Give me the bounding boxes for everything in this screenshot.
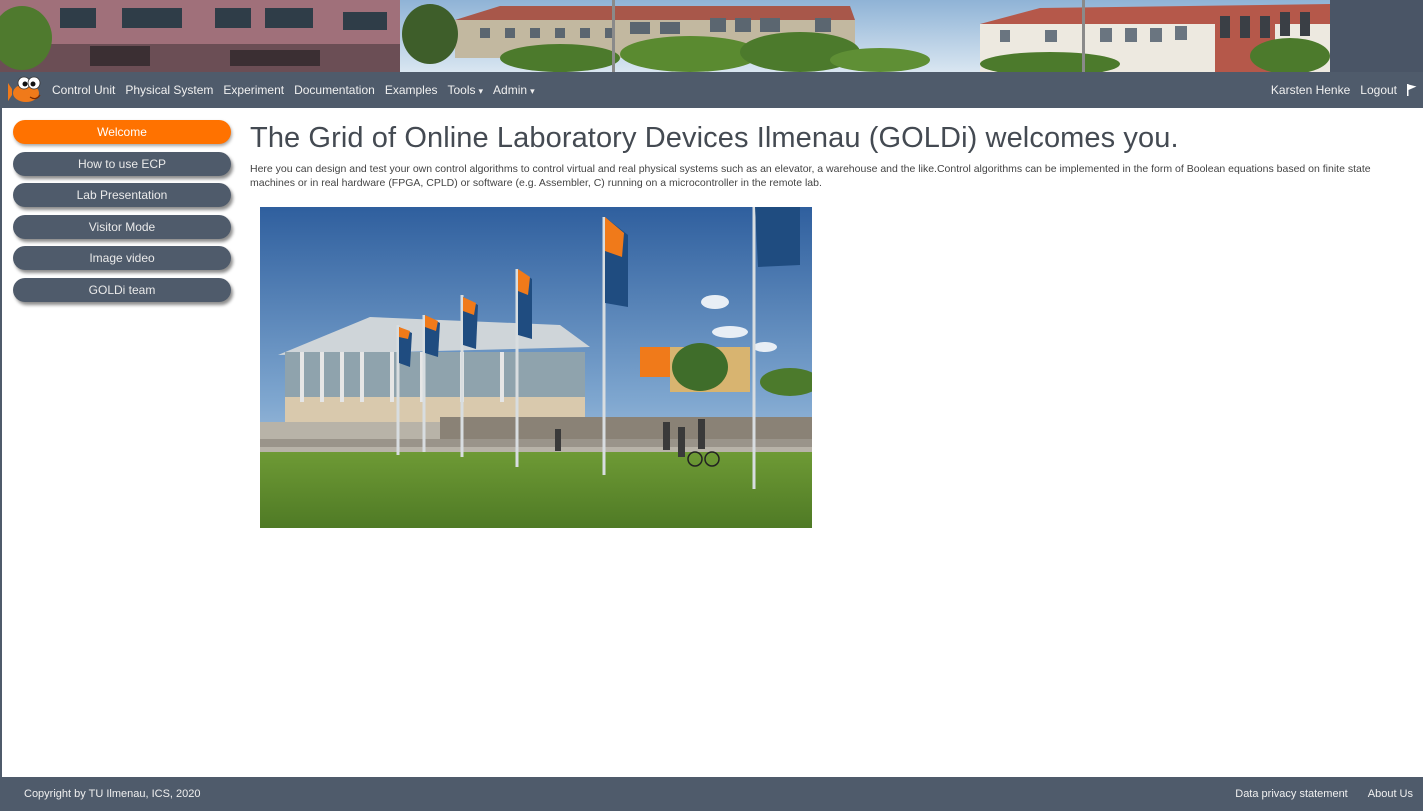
nav-control-unit[interactable]: Control Unit xyxy=(52,83,115,97)
sidebar-item-welcome[interactable]: Welcome xyxy=(13,120,231,144)
logout-link[interactable]: Logout xyxy=(1360,83,1397,97)
copyright-text: Copyright by TU Ilmenau, ICS, 2020 xyxy=(24,788,201,800)
main-content: The Grid of Online Laboratory Devices Il… xyxy=(250,118,1410,528)
nav-documentation[interactable]: Documentation xyxy=(294,83,375,97)
page-left-border xyxy=(0,108,2,777)
main-navbar: Control Unit Physical System Experiment … xyxy=(0,72,1423,108)
caret-down-icon: ▾ xyxy=(530,86,535,96)
nav-admin-dropdown[interactable]: Admin ▾ xyxy=(493,83,535,97)
flag-icon[interactable] xyxy=(1407,84,1417,96)
caret-down-icon: ▾ xyxy=(478,86,484,96)
sidebar-item-visitor-mode[interactable]: Visitor Mode xyxy=(13,214,231,239)
nav-tools-dropdown[interactable]: Tools ▾ xyxy=(448,83,484,97)
about-us-link[interactable]: About Us xyxy=(1368,788,1413,800)
data-privacy-link[interactable]: Data privacy statement xyxy=(1235,788,1348,800)
user-name-link[interactable]: Karsten Henke xyxy=(1271,83,1350,97)
goldi-fish-logo-icon[interactable] xyxy=(8,75,44,105)
page-title: The Grid of Online Laboratory Devices Il… xyxy=(250,122,1179,154)
sidebar-item-lab-presentation[interactable]: Lab Presentation xyxy=(13,183,231,207)
page-footer: Copyright by TU Ilmenau, ICS, 2020 Data … xyxy=(0,777,1423,811)
sidebar-item-how-to-use-ecp[interactable]: How to use ECP xyxy=(13,151,231,176)
intro-paragraph: Here you can design and test your own co… xyxy=(250,163,1371,189)
header-banner-image xyxy=(0,0,1423,72)
nav-admin-label: Admin xyxy=(493,83,528,97)
sidebar-item-image-video[interactable]: Image video xyxy=(13,246,231,270)
nav-physical-system[interactable]: Physical System xyxy=(125,83,213,97)
nav-tools-label: Tools xyxy=(447,83,476,97)
footer-links: Data privacy statement About Us xyxy=(1235,788,1423,800)
nav-examples[interactable]: Examples xyxy=(385,83,438,97)
navbar-user-area: Karsten Henke Logout xyxy=(1271,83,1423,97)
campus-photo xyxy=(260,207,812,528)
sidebar-item-goldi-team[interactable]: GOLDi team xyxy=(13,277,231,302)
nav-experiment[interactable]: Experiment xyxy=(223,83,284,97)
sidebar-menu: Welcome How to use ECP Lab Presentation … xyxy=(13,120,231,309)
